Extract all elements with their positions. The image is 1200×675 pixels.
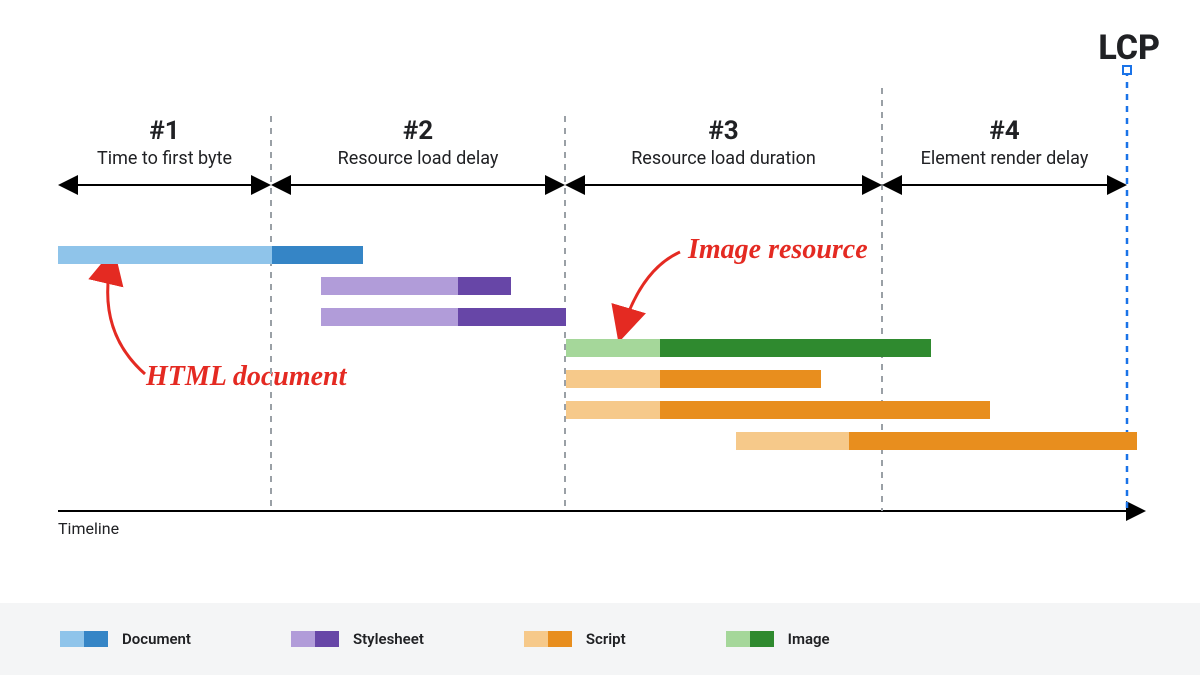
- bar-document-0: [58, 246, 363, 264]
- bar-image-3: [566, 339, 930, 357]
- legend-label-stylesheet: Stylesheet: [353, 630, 424, 648]
- phase-3-label: Resource load duration: [565, 148, 882, 169]
- legend-label-document: Document: [122, 630, 191, 648]
- legend-item-stylesheet: Stylesheet: [291, 630, 424, 648]
- phase-3-number: #3: [565, 116, 882, 146]
- phase-1-number: #1: [58, 116, 271, 146]
- bar-script-6: [736, 432, 1137, 450]
- legend-item-script: Script: [524, 630, 626, 648]
- legend-item-image: Image: [726, 630, 830, 648]
- bar-script-4: [566, 370, 821, 388]
- legend-swatch-script: [524, 631, 572, 647]
- bar-script-5: [566, 401, 990, 419]
- annotation-arrow-html: [108, 257, 145, 374]
- legend-swatch-document: [60, 631, 108, 647]
- phase-2-label: Resource load delay: [271, 148, 565, 169]
- annotation-arrow-image: [621, 252, 680, 334]
- phase-4-label: Element render delay: [882, 148, 1127, 169]
- legend-swatch-stylesheet: [291, 631, 339, 647]
- bar-stylesheet-1: [321, 277, 511, 295]
- lcp-marker-square: [1123, 66, 1131, 74]
- phase-4-number: #4: [882, 116, 1127, 146]
- phase-1-label: Time to first byte: [58, 148, 271, 169]
- phase-2-number: #2: [271, 116, 565, 146]
- legend: Document Stylesheet Script Image: [0, 603, 1200, 675]
- chart-svg: [0, 0, 1200, 675]
- legend-item-document: Document: [60, 630, 191, 648]
- bar-stylesheet-2: [321, 308, 566, 326]
- diagram-stage: LCP Timeline HTML document Image resourc…: [0, 0, 1200, 675]
- legend-swatch-image: [726, 631, 774, 647]
- legend-label-image: Image: [788, 630, 830, 648]
- legend-label-script: Script: [586, 630, 626, 648]
